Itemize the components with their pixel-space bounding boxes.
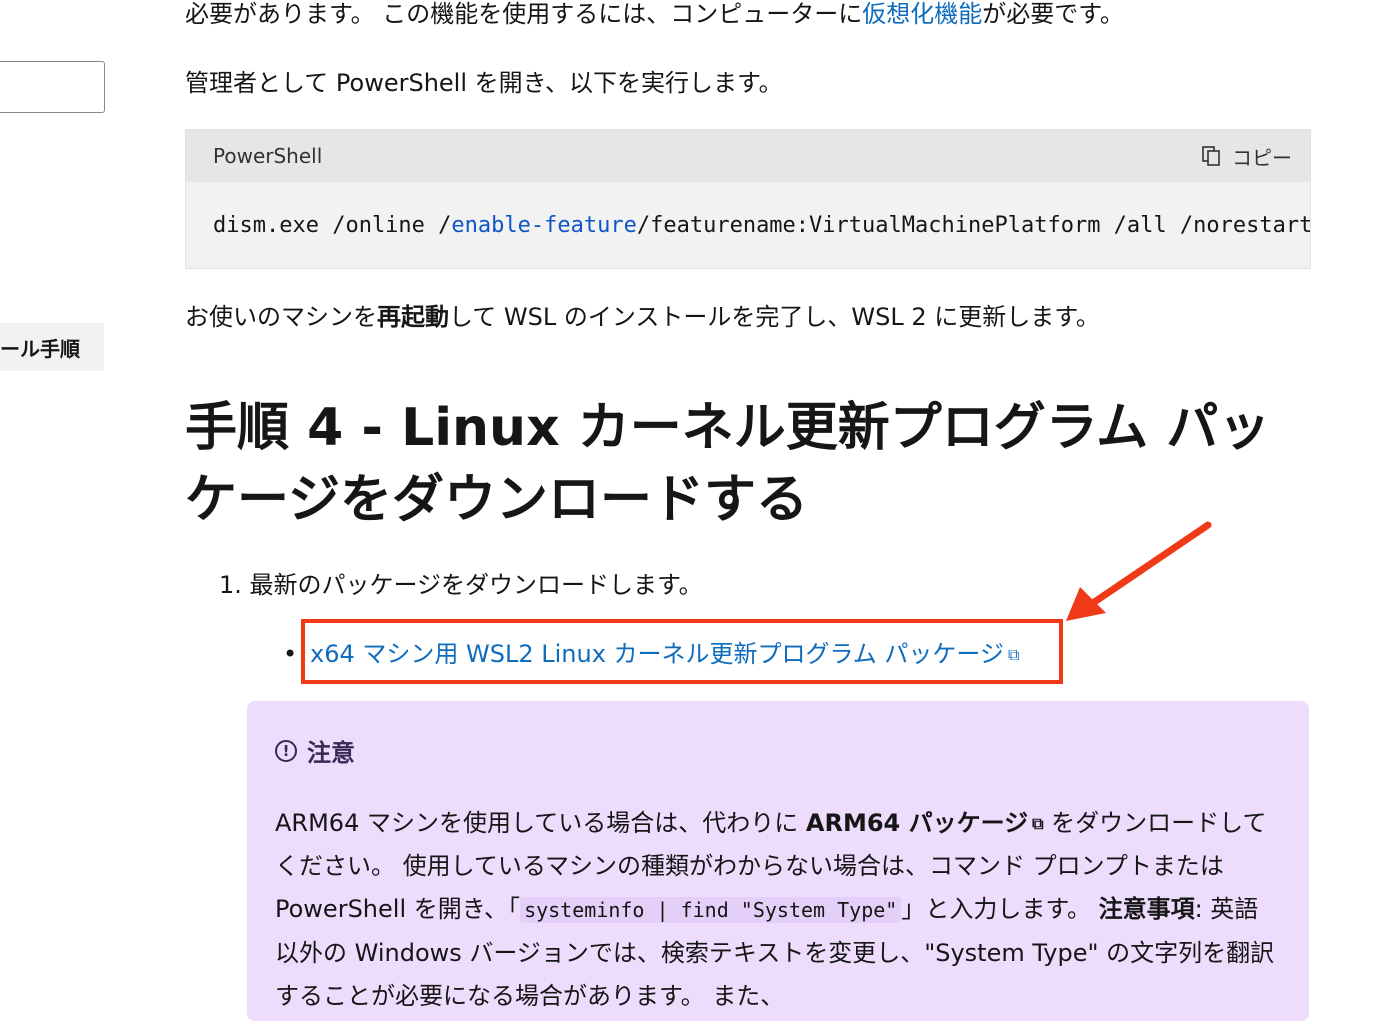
paragraph-run-powershell: 管理者として PowerShell を開き、以下を実行します。 — [185, 69, 783, 97]
copy-icon — [1200, 145, 1222, 167]
code-content[interactable]: dism.exe /online / enable-feature /featur… — [186, 182, 1310, 268]
note-body: ARM64 マシンを使用している場合は、代わりに ARM64 パッケージ ⧉ をダ… — [275, 809, 1275, 1010]
bullet: • — [283, 640, 298, 668]
highlight-box — [301, 619, 1063, 684]
copy-label: コピー — [1232, 145, 1292, 170]
paragraph-restart: お使いのマシンを再起動して WSL のインストールを完了し、WSL 2 に更新し… — [185, 303, 1100, 331]
paragraph-virtualization: 必要があります。 この機能を使用するには、コンピューターに仮想化機能が必要です。 — [185, 0, 1124, 28]
code-block: PowerShell コピー dism.exe /online / enable-… — [185, 129, 1311, 269]
code-language-label: PowerShell — [213, 144, 323, 168]
arm64-package-link[interactable]: ARM64 パッケージ ⧉ — [806, 809, 1044, 837]
inline-code: systeminfo | find "System Type" — [520, 897, 902, 923]
sidebar-item-label: ール手順 — [0, 336, 80, 361]
external-link-icon: ⧉ — [1032, 814, 1044, 833]
virtualization-link[interactable]: 仮想化機能 — [862, 0, 982, 28]
copy-button[interactable]: コピー — [1200, 142, 1292, 171]
code-header: PowerShell コピー — [186, 130, 1310, 182]
info-circle-icon: ! — [275, 739, 297, 762]
ordered-list-item: 1. 最新のパッケージをダウンロードします。 — [219, 571, 703, 599]
note-title: ! 注意 — [275, 733, 1281, 768]
arrow-icon — [1066, 521, 1212, 621]
sidebar-search-input[interactable] — [0, 61, 105, 113]
sidebar-item-install-steps[interactable]: ール手順 — [0, 323, 104, 371]
note-callout: ! 注意 ARM64 マシンを使用している場合は、代わりに ARM64 パッケー… — [247, 701, 1309, 1021]
